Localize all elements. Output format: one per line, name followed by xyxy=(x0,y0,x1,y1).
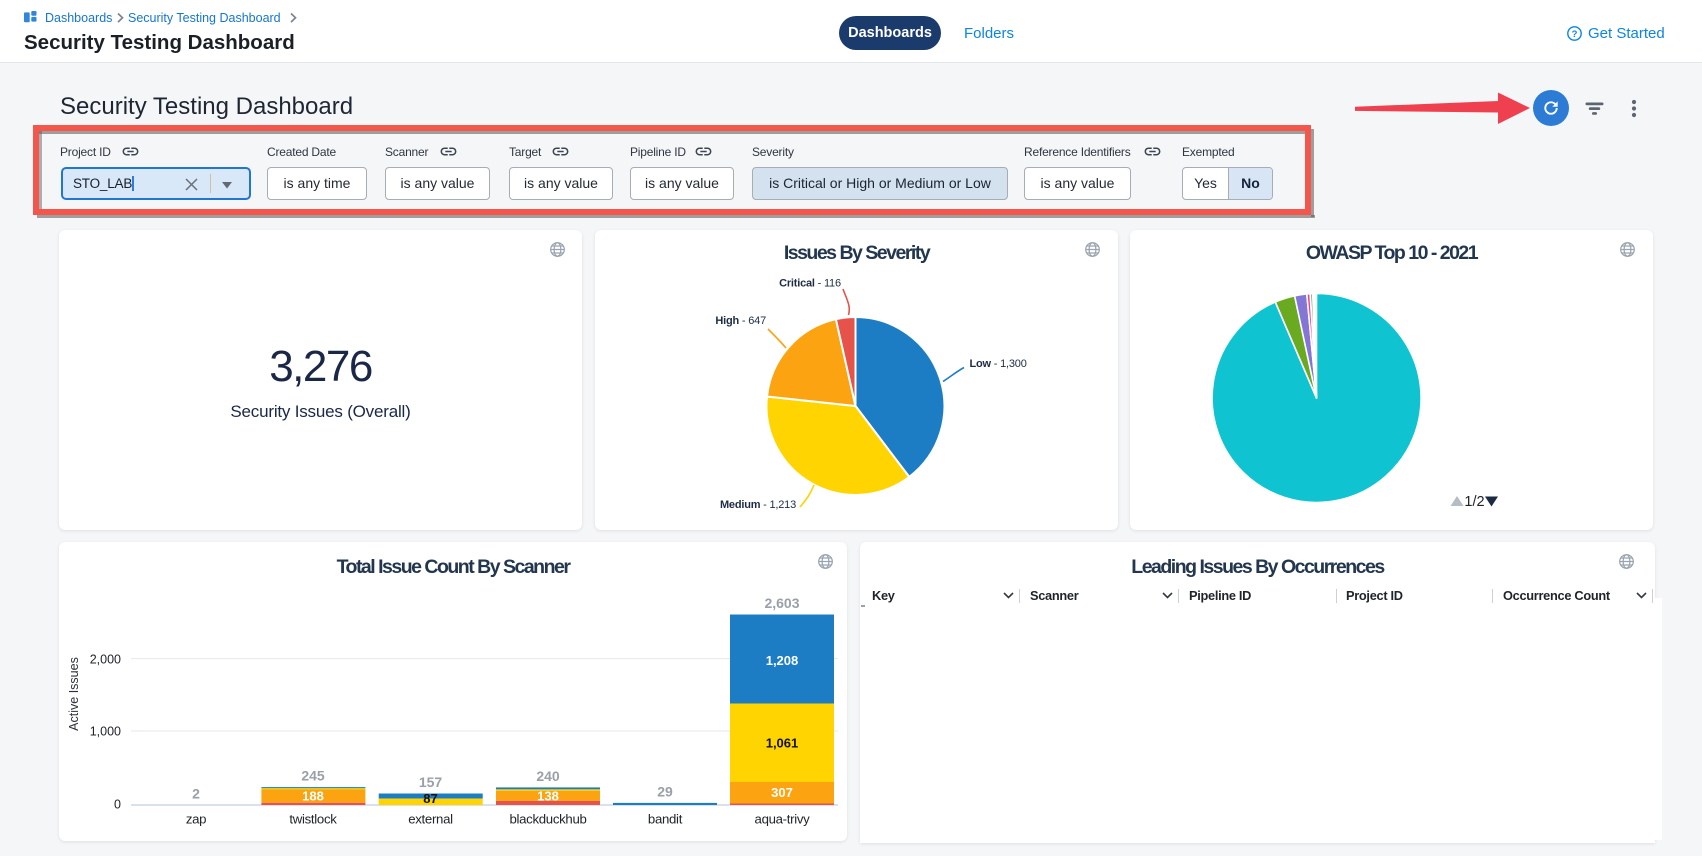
svg-text:307: 307 xyxy=(771,785,793,800)
svg-text:Critical - 116: Critical - 116 xyxy=(779,278,841,290)
svg-text:Pipeline ID: Pipeline ID xyxy=(1189,588,1251,603)
svg-text:1,208: 1,208 xyxy=(766,653,799,668)
svg-text:external: external xyxy=(408,812,453,827)
svg-text:Key: Key xyxy=(872,588,896,603)
svg-text:Project ID: Project ID xyxy=(1346,588,1403,603)
svg-text:2,000: 2,000 xyxy=(90,653,121,667)
svg-text:1/2: 1/2 xyxy=(1464,494,1484,510)
svg-text:blackduckhub: blackduckhub xyxy=(509,812,586,827)
svg-text:Scanner: Scanner xyxy=(1030,588,1079,603)
svg-text:2: 2 xyxy=(192,786,200,802)
svg-text:bandit: bandit xyxy=(648,812,683,827)
svg-text:Medium - 1,213: Medium - 1,213 xyxy=(720,499,796,511)
svg-text:29: 29 xyxy=(657,783,673,799)
svg-text:Low - 1,300: Low - 1,300 xyxy=(970,358,1027,370)
svg-text:zap: zap xyxy=(186,812,206,827)
svg-text:1,061: 1,061 xyxy=(766,735,799,750)
svg-text:Active Issues: Active Issues xyxy=(67,657,81,731)
svg-text:138: 138 xyxy=(537,789,559,804)
svg-text:High - 647: High - 647 xyxy=(715,315,766,327)
svg-text:87: 87 xyxy=(423,791,437,806)
svg-text:1,000: 1,000 xyxy=(90,725,121,739)
svg-text:240: 240 xyxy=(536,768,560,784)
svg-text:188: 188 xyxy=(302,789,324,804)
svg-text:aqua-trivy: aqua-trivy xyxy=(755,812,811,827)
svg-text:twistlock: twistlock xyxy=(289,812,337,827)
svg-text:Occurrence Count: Occurrence Count xyxy=(1503,588,1611,603)
svg-text:157: 157 xyxy=(419,774,443,790)
svg-text:0: 0 xyxy=(114,798,121,812)
svg-text:2,603: 2,603 xyxy=(764,595,799,611)
svg-text:245: 245 xyxy=(301,768,325,784)
svg-text:?: ? xyxy=(1572,29,1578,40)
